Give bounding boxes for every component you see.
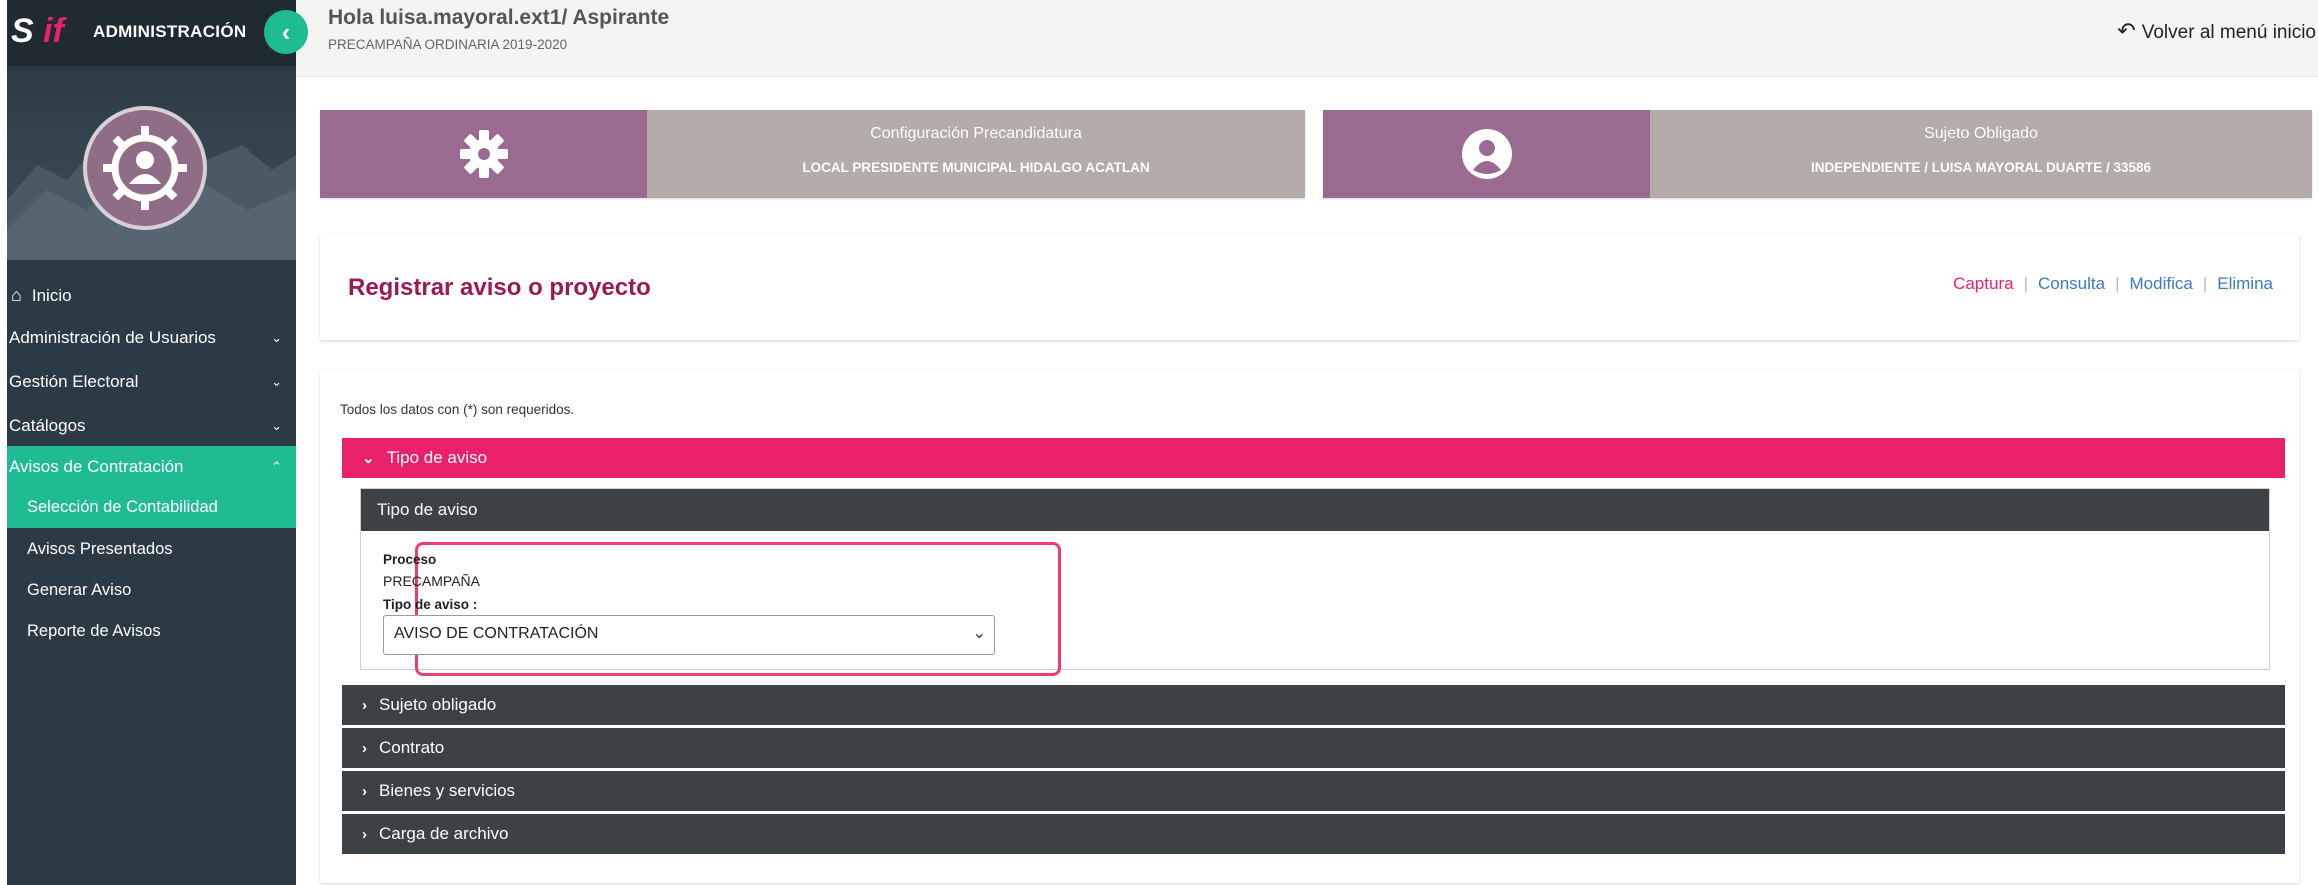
accordion-contrato[interactable]: › Contrato (342, 728, 2285, 768)
profile-banner (7, 70, 296, 260)
back-link-label: Volver al menú inicio (2141, 22, 2316, 43)
consulta-link[interactable]: Consulta (2038, 274, 2105, 293)
chevron-right-icon: › (362, 782, 367, 800)
sidebar-item-inicio[interactable]: ⌂ Inicio (7, 275, 296, 315)
gear-icon (459, 130, 508, 178)
panel-header: Tipo de aviso (361, 489, 2269, 531)
sidebar-item-label: Avisos de Contratación (9, 457, 184, 476)
sidebar-item-label: Gestión Electoral (9, 372, 139, 391)
chevron-right-icon: › (362, 696, 367, 714)
elimina-link[interactable]: Elimina (2217, 274, 2273, 293)
period-text: PRECAMPAÑA ORDINARIA 2019-2020 (328, 37, 568, 52)
proceso-label: Proceso (383, 552, 437, 567)
modifica-link[interactable]: Modifica (2130, 274, 2193, 293)
accordion-sujeto-obligado[interactable]: › Sujeto obligado (342, 685, 2285, 725)
sidebar-item-avisos-contratacion[interactable]: Avisos de Contratación ⌃ (7, 446, 296, 488)
chevron-left-icon: ‹ (281, 16, 291, 47)
chevron-down-icon: ⌄ (271, 330, 282, 345)
accordion-title: Tipo de aviso (386, 448, 488, 467)
accordion-title: Contrato (379, 738, 445, 757)
sidebar: S if ADMINISTRACIÓN ⌂ Inicio Administrac… (7, 0, 296, 885)
accordion-tipo-aviso[interactable]: ⌄ Tipo de aviso (342, 438, 2285, 478)
proceso-value: PRECAMPAÑA (383, 573, 480, 589)
sujeto-card-title: Sujeto Obligado (1924, 125, 2038, 142)
sidebar-title: ADMINISTRACIÓN (93, 22, 247, 41)
highlight-box (415, 542, 1061, 676)
sidebar-item-catalogos[interactable]: Catálogos ⌄ (7, 406, 296, 446)
greeting-text: Hola luisa.mayoral.ext1/ Aspirante (328, 6, 670, 29)
sidebar-item-label: Administración de Usuarios (9, 328, 216, 347)
tipo-aviso-select[interactable]: AVISO DE CONTRATACIÓN ⌄ (383, 615, 995, 655)
chevron-right-icon: › (362, 825, 367, 843)
logo-s: S (11, 12, 34, 50)
accordion-bienes-servicios[interactable]: › Bienes y servicios (342, 771, 2285, 811)
user-circle-icon (1461, 129, 1512, 179)
config-card-value: LOCAL PRESIDENTE MUNICIPAL HIDALGO ACATL… (802, 160, 1150, 175)
sidebar-item-label: Catálogos (9, 416, 86, 435)
config-precandidatura-card: Configuración Precandidatura LOCAL PRESI… (320, 110, 1305, 198)
avatar[interactable] (83, 106, 207, 230)
accordion-title: Sujeto obligado (379, 695, 497, 714)
back-to-menu-link[interactable]: ↶ Volver al menú inicio (2117, 18, 2316, 44)
accordion-carga-archivo[interactable]: › Carga de archivo (342, 814, 2285, 854)
reply-arrow-icon: ↶ (2117, 18, 2136, 43)
chevron-down-icon: ⌄ (271, 418, 282, 433)
top-header: Hola luisa.mayoral.ext1/ Aspirante PRECA… (296, 0, 2318, 77)
chevron-down-icon: ⌄ (972, 625, 986, 642)
sujeto-obligado-card: Sujeto Obligado INDEPENDIENTE / LUISA MA… (1323, 110, 2312, 198)
captura-link[interactable]: Captura (1953, 274, 2013, 293)
sujeto-card-iconbox (1323, 110, 1650, 198)
subnav-item-seleccion-contabilidad[interactable]: Selección de Contabilidad (27, 498, 218, 517)
separator: | (2202, 274, 2208, 293)
accordion-title: Carga de archivo (379, 824, 509, 843)
chevron-right-icon: › (362, 739, 367, 757)
sidebar-item-label: Inicio (31, 285, 72, 305)
action-links: Captura | Consulta | Modifica | Elimina (1953, 274, 2273, 294)
select-value: AVISO DE CONTRATACIÓN (394, 625, 599, 642)
config-card-title: Configuración Precandidatura (870, 125, 1082, 142)
collapse-sidebar-button[interactable]: ‹ (264, 10, 308, 54)
page-title-card: Registrar aviso o proyecto Captura | Consu… (320, 235, 2299, 340)
user-gear-icon (103, 126, 187, 210)
chevron-down-icon: ⌄ (271, 374, 282, 389)
separator: | (2023, 274, 2028, 293)
subnav-item-generar-aviso[interactable]: Generar Aviso (27, 581, 131, 600)
chevron-up-icon: ⌃ (271, 459, 282, 474)
panel-title: Tipo de aviso (377, 500, 478, 519)
subnav-item-reporte-avisos[interactable]: Reporte de Avisos (27, 622, 161, 641)
required-note: Todos los datos con (*) son requeridos. (340, 402, 575, 417)
logo-if: if (43, 12, 64, 50)
tipo-aviso-label: Tipo de aviso : (383, 597, 478, 612)
chevron-down-icon: ⌄ (362, 450, 375, 467)
accordion-title: Bienes y servicios (379, 781, 516, 800)
sidebar-item-gestion-electoral[interactable]: Gestión Electoral ⌄ (7, 362, 296, 402)
page-title: Registrar aviso o proyecto (348, 274, 651, 301)
sujeto-card-value: INDEPENDIENTE / LUISA MAYORAL DUARTE / 3… (1810, 160, 2152, 175)
sidebar-header: S if ADMINISTRACIÓN (7, 0, 296, 66)
subnav-item-avisos-presentados[interactable]: Avisos Presentados (27, 540, 173, 559)
config-card-iconbox (320, 110, 647, 198)
separator: | (2115, 274, 2120, 293)
home-icon: ⌂ (11, 284, 22, 305)
sif-logo[interactable]: S if (11, 12, 81, 56)
sidebar-item-usuarios[interactable]: Administración de Usuarios ⌄ (7, 318, 296, 358)
